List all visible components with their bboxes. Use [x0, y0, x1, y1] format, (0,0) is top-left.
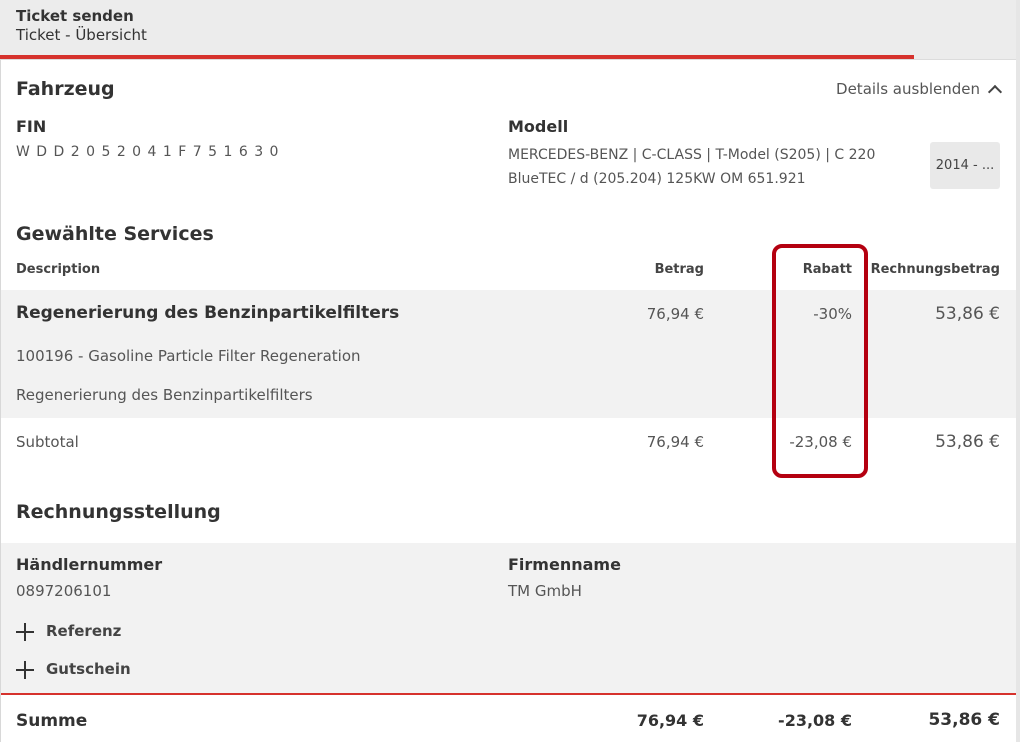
add-voucher-label: Gutschein [46, 660, 131, 678]
total-discount: -23,08 € [778, 711, 852, 730]
total-amount: 76,94 € [636, 711, 704, 730]
service-item-amount: 76,94 € [646, 305, 704, 323]
plus-icon [16, 661, 34, 679]
column-header-amount: Betrag [654, 262, 704, 277]
subtotal-invoice: 53,86 € [935, 432, 1000, 452]
company-name-value: TM GmbH [508, 582, 582, 600]
year-button[interactable]: 2014 - ... [930, 142, 1000, 189]
subtotal-amount: 76,94 € [646, 433, 704, 451]
add-voucher-button[interactable]: Gutschein [16, 660, 156, 680]
total-divider [1, 693, 1016, 695]
fin-value: W D D 2 0 5 2 0 4 1 F 7 5 1 6 3 0 [16, 144, 280, 160]
progress-bar [0, 55, 915, 59]
chevron-up-icon [987, 84, 1003, 99]
column-header-invoice: Rechnungsbetrag [870, 262, 1000, 277]
dealer-number-value: 0897206101 [16, 582, 112, 600]
vehicle-section-title: Fahrzeug [16, 78, 115, 100]
discount-column-highlight [772, 244, 868, 478]
page-header: Ticket senden Ticket - Übersicht [0, 0, 1016, 60]
dealer-number-label: Händlernummer [16, 555, 163, 574]
total-invoice: 53,86 € [928, 710, 1000, 730]
header-title: Ticket senden [16, 7, 134, 25]
service-item-title: Regenerierung des Benzinpartikelfilters [16, 303, 400, 323]
add-reference-label: Referenz [46, 622, 122, 640]
services-section-title: Gewählte Services [16, 223, 214, 245]
details-toggle-button[interactable]: Details ausblenden [836, 80, 1003, 99]
model-label: Modell [508, 117, 569, 136]
service-item-code: 100196 - Gasoline Particle Filter Regene… [16, 347, 361, 365]
fin-label: FIN [16, 117, 47, 136]
model-value: MERCEDES-BENZ | C-CLASS | T-Model (S205)… [508, 147, 876, 187]
scrollbar[interactable] [1016, 0, 1020, 742]
header-subtitle: Ticket - Übersicht [16, 26, 147, 44]
details-toggle-label: Details ausblenden [836, 80, 980, 98]
plus-icon [16, 623, 34, 641]
column-header-description: Description [16, 262, 101, 277]
service-item-invoice: 53,86 € [935, 304, 1000, 324]
billing-section-title: Rechnungsstellung [16, 501, 221, 523]
company-name-label: Firmenname [508, 555, 621, 574]
add-reference-button[interactable]: Referenz [16, 622, 156, 642]
subtotal-label: Subtotal [16, 433, 79, 451]
total-label: Summe [16, 711, 88, 731]
service-item-description: Regenerierung des Benzinpartikelfilters [16, 386, 313, 404]
